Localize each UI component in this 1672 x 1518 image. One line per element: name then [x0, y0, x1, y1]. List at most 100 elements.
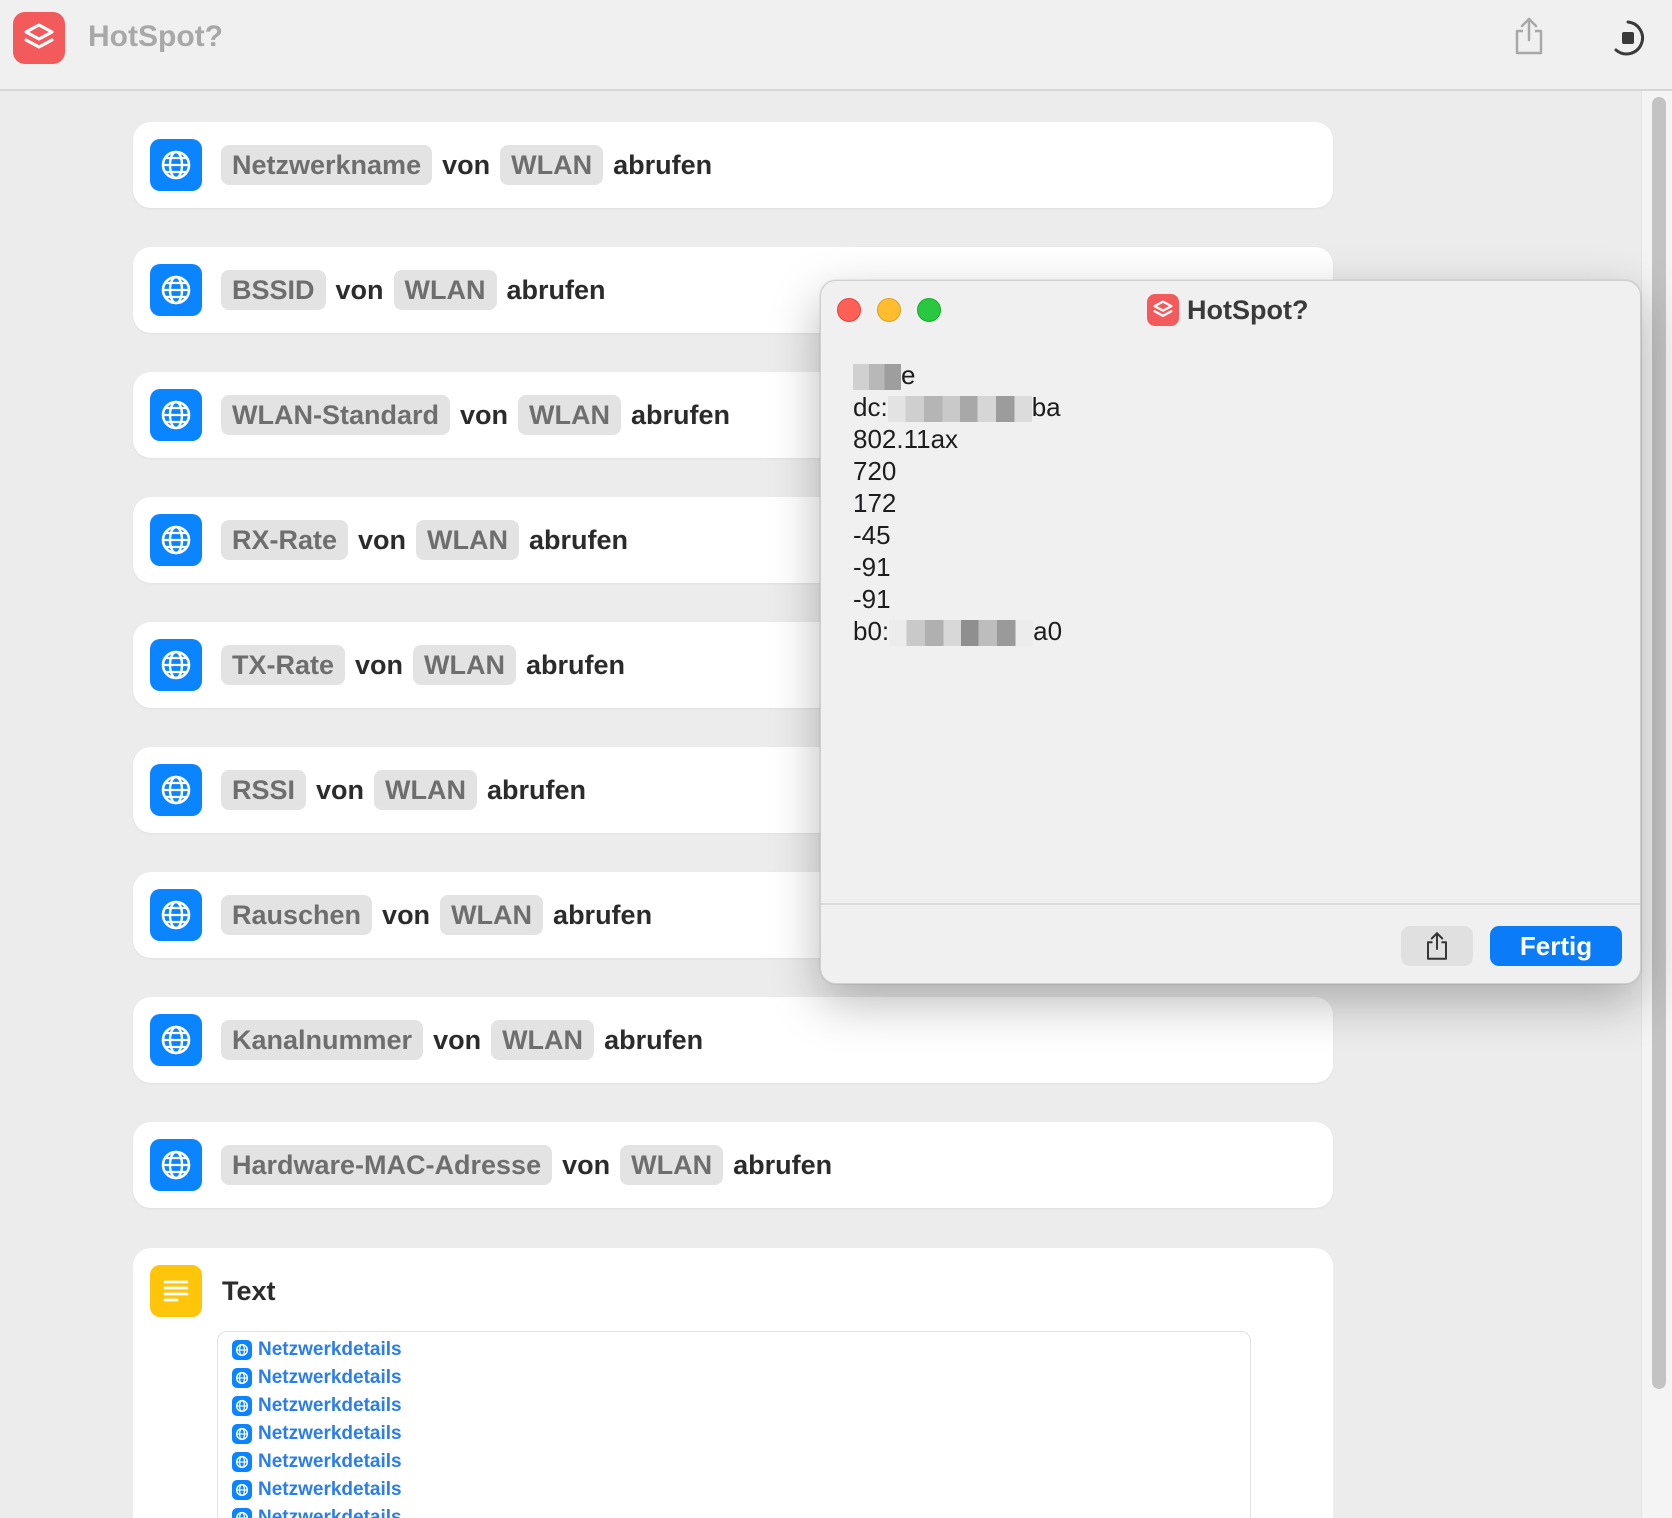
variable-label: Netzwerkdetails: [258, 1507, 402, 1518]
globe-icon: [150, 139, 202, 191]
result-window: HotSpot? e dc: ba 802.11ax 720 172 -45 -9…: [820, 280, 1641, 984]
result-line: b0: a0: [853, 616, 1063, 647]
variable-chip[interactable]: Netzwerkdetails: [232, 1364, 402, 1392]
redacted-block: [887, 396, 1032, 423]
variable-label: Netzwerkdetails: [258, 1339, 402, 1360]
parameter-token[interactable]: Hardware-MAC-Adresse: [221, 1145, 553, 1185]
variable-label: Netzwerkdetails: [258, 1395, 402, 1416]
result-output: e dc: ba 802.11ax 720 172 -45 -91 -91 b0:…: [853, 359, 1062, 647]
result-line: 172: [853, 488, 897, 518]
action-get-channel-number[interactable]: Kanalnummer von WLAN abrufen: [133, 997, 1333, 1083]
parameter-token[interactable]: WLAN-Standard: [221, 395, 450, 435]
variable-label: Netzwerkdetails: [258, 1367, 402, 1388]
globe-icon: [232, 1424, 252, 1444]
connector-label: von: [382, 899, 431, 930]
share-button[interactable]: [1401, 926, 1473, 966]
text-lines-icon: [150, 1265, 202, 1317]
verb-label: abrufen: [529, 524, 629, 555]
source-token[interactable]: WLAN: [416, 520, 520, 560]
share-icon[interactable]: [1510, 14, 1548, 58]
close-window-button[interactable]: [837, 298, 861, 322]
verb-label: abrufen: [733, 1149, 833, 1180]
parameter-token[interactable]: RX-Rate: [221, 520, 349, 560]
variable-label: Netzwerkdetails: [258, 1479, 402, 1500]
variable-chip[interactable]: Netzwerkdetails: [232, 1504, 402, 1518]
parameter-token[interactable]: RSSI: [221, 770, 307, 810]
parameter-token[interactable]: Netzwerkname: [221, 145, 433, 185]
source-token[interactable]: WLAN: [413, 645, 517, 685]
globe-icon: [232, 1340, 252, 1360]
result-line: e: [853, 359, 1062, 391]
verb-label: abrufen: [487, 774, 587, 805]
text-field[interactable]: Netzwerkdetails Netzwerkdetails Netzwerk…: [217, 1331, 1251, 1518]
action-text[interactable]: Text Netzwerkdetails Netzwerkdetails Net…: [133, 1248, 1333, 1518]
globe-icon: [150, 514, 202, 566]
shortcut-title[interactable]: HotSpot?: [88, 20, 223, 54]
parameter-token[interactable]: Kanalnummer: [221, 1020, 424, 1060]
parameter-token[interactable]: TX-Rate: [221, 645, 346, 685]
vertical-scrollbar[interactable]: [1641, 91, 1672, 1518]
verb-label: abrufen: [613, 149, 713, 180]
variable-chip[interactable]: Netzwerkdetails: [232, 1420, 402, 1448]
result-window-title: HotSpot?: [1147, 293, 1308, 327]
action-get-network-name[interactable]: Netzwerkname von WLAN abrufen: [133, 122, 1333, 208]
parameter-token[interactable]: BSSID: [221, 270, 326, 310]
result-line: -45: [853, 520, 891, 550]
done-button[interactable]: Fertig: [1490, 926, 1622, 966]
variable-chip[interactable]: Netzwerkdetails: [232, 1336, 402, 1364]
shortcuts-app-icon: [1147, 294, 1179, 326]
footer-divider: [821, 903, 1640, 905]
connector-label: von: [358, 524, 407, 555]
variable-chip[interactable]: Netzwerkdetails: [232, 1392, 402, 1420]
redacted-block: [853, 364, 901, 391]
variable-label: Netzwerkdetails: [258, 1451, 402, 1472]
action-get-hardware-mac[interactable]: Hardware-MAC-Adresse von WLAN abrufen: [133, 1122, 1333, 1208]
redacted-block: [889, 620, 1034, 647]
result-line: 802.11ax: [853, 424, 959, 454]
zoom-window-button[interactable]: [917, 298, 941, 322]
text-action-title: Text: [222, 1276, 276, 1306]
share-icon: [1427, 932, 1447, 960]
verb-label: abrufen: [604, 1024, 704, 1055]
verb-label: abrufen: [526, 649, 626, 680]
source-token[interactable]: WLAN: [620, 1145, 724, 1185]
globe-icon: [232, 1396, 252, 1416]
source-token[interactable]: WLAN: [374, 770, 478, 810]
source-token[interactable]: WLAN: [518, 395, 621, 435]
result-line: -91: [853, 552, 891, 582]
scrollbar-thumb[interactable]: [1652, 97, 1666, 1389]
connector-label: von: [442, 149, 491, 180]
verb-label: abrufen: [553, 899, 653, 930]
parameter-token[interactable]: Rauschen: [221, 895, 373, 935]
globe-icon: [150, 889, 202, 941]
source-token[interactable]: WLAN: [393, 270, 497, 310]
source-token[interactable]: WLAN: [500, 145, 604, 185]
connector-label: von: [335, 274, 384, 305]
verb-label: abrufen: [630, 399, 730, 430]
variable-chip[interactable]: Netzwerkdetails: [232, 1476, 402, 1504]
globe-icon: [150, 264, 202, 316]
connector-label: von: [433, 1024, 482, 1055]
result-line: -91: [853, 584, 891, 614]
globe-icon: [232, 1368, 252, 1388]
connector-label: von: [355, 649, 404, 680]
globe-icon: [232, 1480, 252, 1500]
title-bar: HotSpot?: [0, 0, 1672, 91]
variable-label: Netzwerkdetails: [258, 1423, 402, 1444]
globe-icon: [150, 639, 202, 691]
globe-icon: [150, 389, 202, 441]
result-line: dc: ba: [853, 392, 1061, 423]
source-token[interactable]: WLAN: [440, 895, 544, 935]
globe-icon: [232, 1452, 252, 1472]
variable-chip[interactable]: Netzwerkdetails: [232, 1448, 402, 1476]
verb-label: abrufen: [506, 274, 606, 305]
result-line: 720: [853, 456, 897, 486]
minimize-window-button[interactable]: [877, 298, 901, 322]
run-icon[interactable]: [1606, 16, 1650, 60]
globe-icon: [150, 1014, 202, 1066]
globe-icon: [150, 764, 202, 816]
shortcuts-app-icon[interactable]: [13, 12, 65, 64]
source-token[interactable]: WLAN: [491, 1020, 595, 1060]
globe-icon: [150, 1139, 202, 1191]
globe-icon: [232, 1508, 252, 1518]
